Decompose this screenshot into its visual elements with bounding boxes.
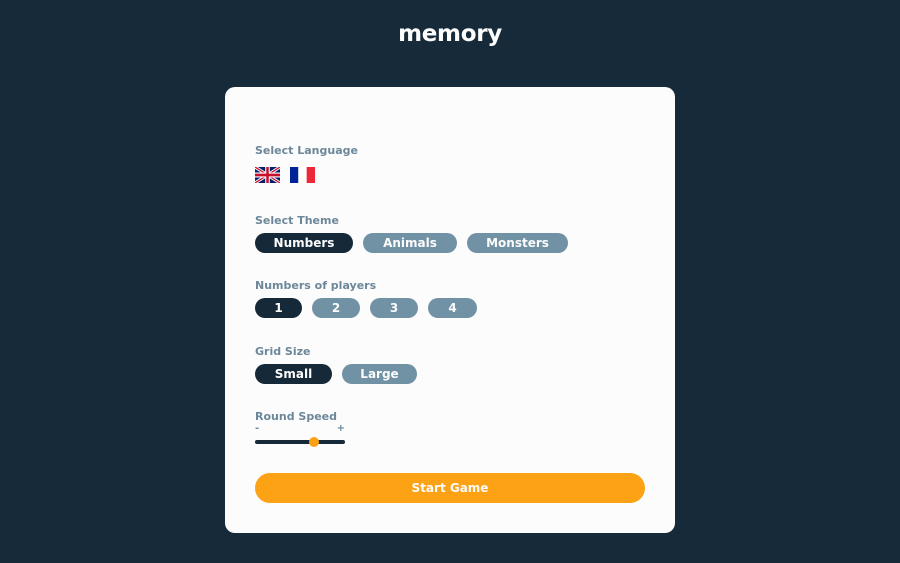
- players-option-2[interactable]: 2: [312, 298, 360, 318]
- theme-label: Select Theme: [255, 214, 339, 227]
- grid-label: Grid Size: [255, 345, 311, 358]
- players-options: 1 2 3 4: [255, 298, 477, 318]
- theme-option-numbers[interactable]: Numbers: [255, 233, 353, 253]
- players-option-4[interactable]: 4: [428, 298, 477, 318]
- grid-options: Small Large: [255, 364, 417, 384]
- grid-option-large[interactable]: Large: [342, 364, 417, 384]
- speed-min-label: -: [255, 423, 260, 434]
- settings-card: Select Language Select Theme Numbers Ani…: [225, 87, 675, 533]
- players-option-3[interactable]: 3: [370, 298, 418, 318]
- theme-options: Numbers Animals Monsters: [255, 233, 568, 253]
- theme-option-animals[interactable]: Animals: [363, 233, 457, 253]
- france-flag-icon[interactable]: [290, 167, 315, 183]
- speed-slider[interactable]: [255, 436, 345, 448]
- theme-option-monsters[interactable]: Monsters: [467, 233, 568, 253]
- speed-slider-track[interactable]: [255, 440, 345, 444]
- speed-slider-thumb[interactable]: [308, 437, 319, 447]
- language-label: Select Language: [255, 144, 358, 157]
- language-options: [255, 167, 315, 183]
- speed-max-label: +: [336, 423, 345, 434]
- grid-option-small[interactable]: Small: [255, 364, 332, 384]
- speed-scale: - +: [255, 423, 345, 434]
- app-logo: memory: [398, 21, 502, 47]
- uk-flag-icon[interactable]: [255, 167, 280, 183]
- players-label: Numbers of players: [255, 279, 377, 292]
- start-game-button[interactable]: Start Game: [255, 473, 645, 503]
- players-option-1[interactable]: 1: [255, 298, 302, 318]
- speed-label: Round Speed: [255, 410, 337, 423]
